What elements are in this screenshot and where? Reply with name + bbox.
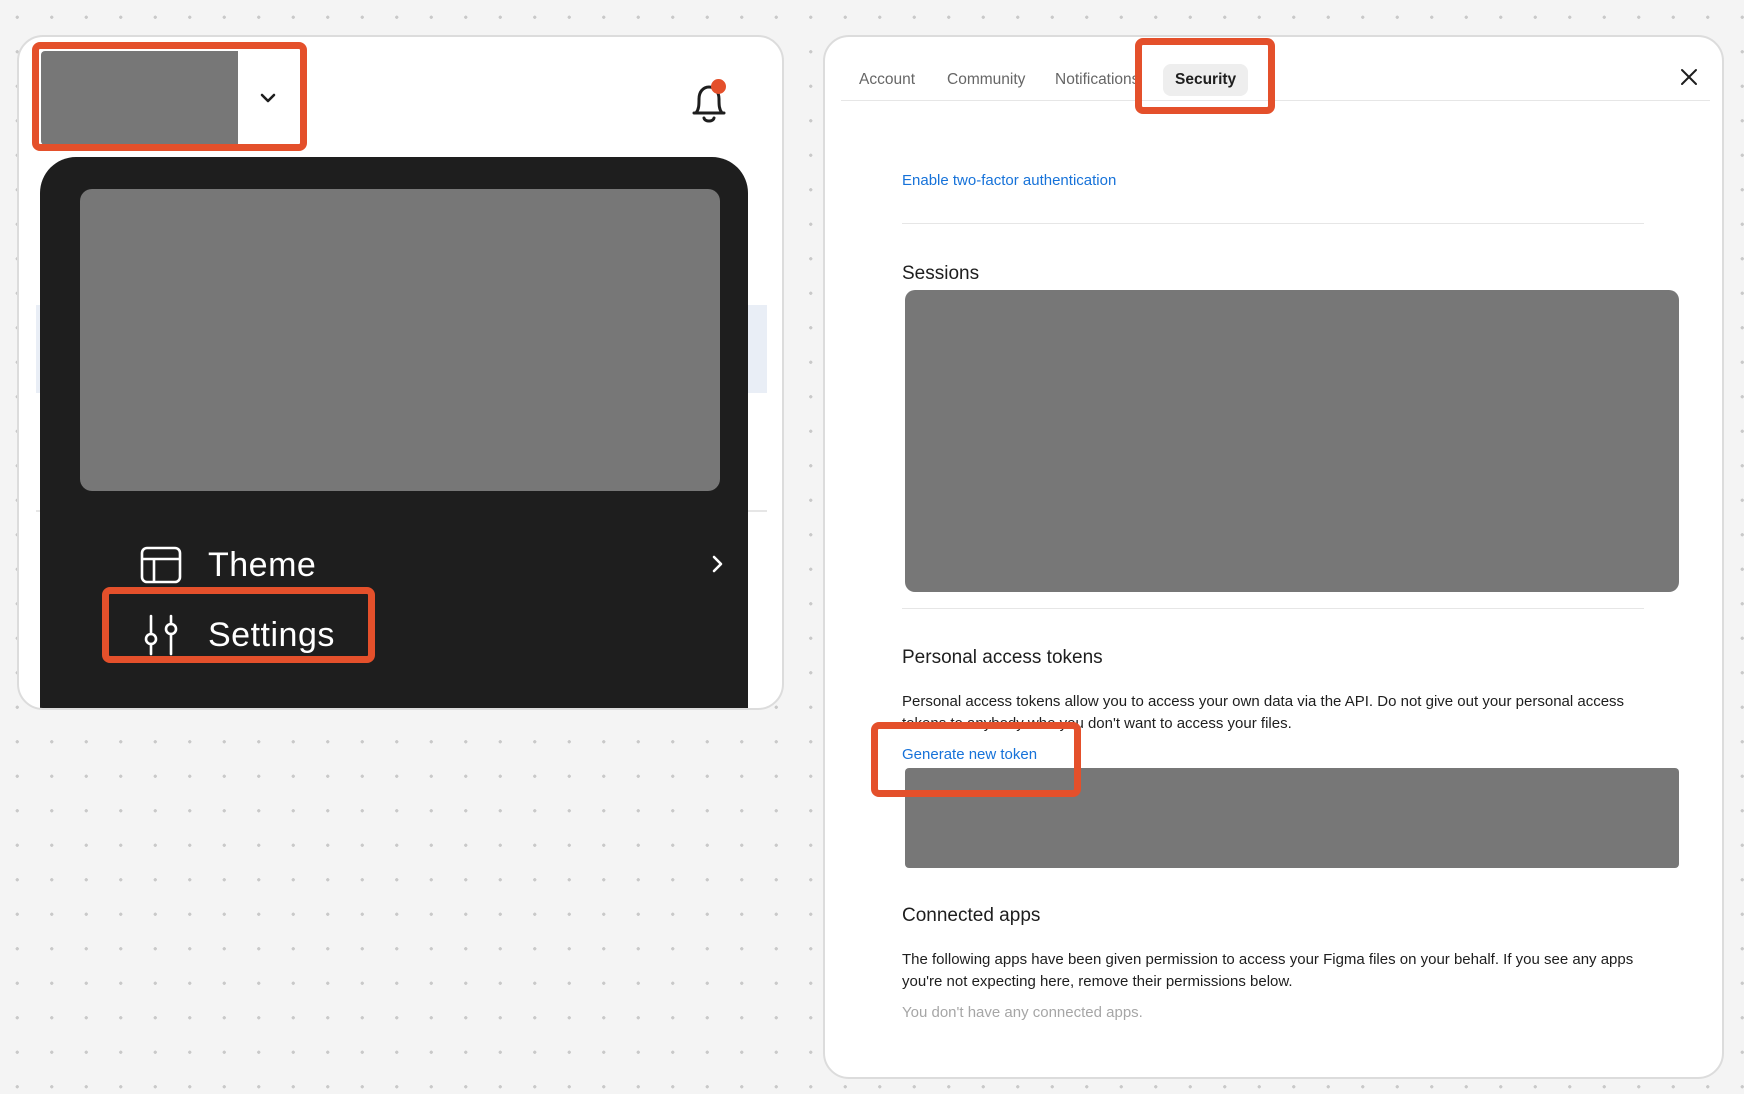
menu-item-label: Theme — [208, 545, 317, 584]
account-info-redacted — [80, 189, 720, 491]
connected-apps-description: The following apps have been given permi… — [902, 951, 1634, 990]
tokens-description: Personal access tokens allow you to acce… — [902, 693, 1625, 732]
section-divider — [902, 223, 1644, 224]
settings-dialog: Account Community Notifications Security… — [823, 35, 1724, 1079]
tab-security[interactable]: Security — [1163, 64, 1249, 96]
close-icon[interactable] — [1675, 63, 1703, 91]
menu-item-label: Settings — [208, 615, 335, 654]
section-divider — [902, 608, 1644, 609]
chevron-right-icon — [712, 555, 723, 573]
account-menu-panel: Theme Settings — [17, 35, 784, 710]
enable-2fa-link[interactable]: Enable two-factor authentication — [902, 172, 1116, 189]
sliders-icon — [144, 614, 178, 656]
tab-notifications[interactable]: Notifications — [1055, 64, 1141, 96]
sessions-list-redacted — [905, 290, 1679, 592]
bell-icon[interactable] — [682, 77, 736, 131]
tab-account[interactable]: Account — [859, 64, 915, 96]
notification-dot — [711, 79, 726, 94]
menu-item-theme[interactable]: Theme — [138, 537, 718, 593]
generate-token-link[interactable]: Generate new token — [902, 746, 1037, 763]
layout-icon — [140, 546, 182, 584]
account-dropdown-menu: Theme Settings — [40, 157, 748, 708]
account-dropdown-button[interactable] — [238, 51, 298, 145]
chevron-down-icon — [260, 93, 276, 103]
connected-apps-empty-state: You don't have any connected apps. — [902, 1004, 1143, 1021]
sessions-heading: Sessions — [902, 263, 980, 284]
account-name-redacted[interactable] — [41, 51, 238, 145]
tokens-list-redacted — [905, 768, 1679, 868]
tabs-divider — [841, 100, 1710, 101]
menu-item-settings[interactable]: Settings — [138, 605, 398, 665]
tokens-heading: Personal access tokens — [902, 647, 1103, 668]
connected-apps-heading: Connected apps — [902, 905, 1041, 926]
tab-community[interactable]: Community — [947, 64, 1025, 96]
